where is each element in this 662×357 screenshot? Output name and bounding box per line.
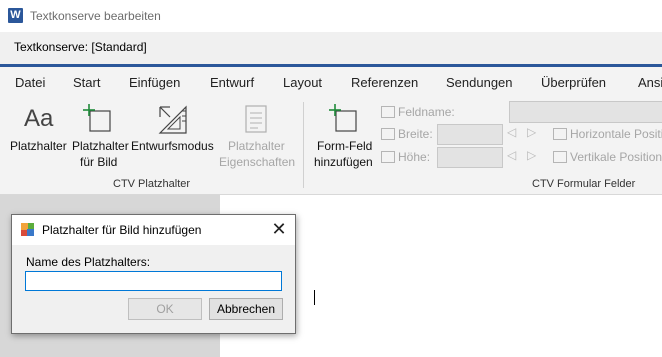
- document-name: Textkonserve: [Standard]: [14, 40, 147, 54]
- feldname-label: Feldname:: [398, 105, 455, 119]
- text-cursor: [314, 290, 315, 305]
- window-title: Textkonserve bearbeiten: [30, 9, 161, 23]
- feldname-input[interactable]: [509, 101, 662, 123]
- properties-icon: [245, 105, 267, 133]
- breite-input[interactable]: [437, 124, 503, 145]
- cancel-button[interactable]: Abbrechen: [209, 298, 283, 320]
- arrow-left-icon[interactable]: ◁: [507, 125, 516, 139]
- horizontale-position-label: Horizontale Positi: [570, 127, 662, 141]
- placeholder-name-input[interactable]: [25, 271, 282, 291]
- tab-ueberpruefen[interactable]: Überprüfen: [541, 75, 606, 90]
- close-icon[interactable]: ✕: [267, 218, 291, 240]
- vertikale-position-label: Vertikale Position: [570, 150, 662, 164]
- horizontal-position-icon: [553, 128, 567, 140]
- form-feld-hinzufuegen-button[interactable]: Form-Feld hinzufügen: [310, 100, 378, 172]
- add-image-placeholder-icon: [83, 104, 111, 132]
- ok-button[interactable]: OK: [128, 298, 202, 320]
- tab-entwurf[interactable]: Entwurf: [210, 75, 254, 90]
- group-label-ctv-platzhalter: CTV Platzhalter: [113, 178, 191, 190]
- breite-label: Breite:: [398, 127, 433, 141]
- platzhalter-fuer-bild-line2: für Bild: [80, 155, 118, 169]
- platzhalter-eigenschaften-button[interactable]: Platzhalter Eigenschaften: [218, 100, 296, 172]
- tab-start[interactable]: Start: [73, 75, 100, 90]
- vertical-position-icon: [553, 151, 567, 163]
- design-mode-icon: [158, 105, 187, 134]
- ribbon-group-separator: [303, 102, 304, 188]
- platzhalter-fuer-bild-button[interactable]: Platzhalter für Bild: [70, 100, 129, 172]
- hoehe-label: Höhe:: [398, 150, 431, 164]
- platzhalter-eigenschaften-line1: Platzhalter: [228, 139, 285, 153]
- placeholder-name-label: Name des Platzhalters:: [26, 255, 151, 269]
- feldname-icon: [381, 106, 395, 118]
- platzhalter-button[interactable]: Aa Platzhalter: [8, 100, 70, 172]
- add-image-placeholder-dialog: Platzhalter für Bild hinzufügen ✕ Name d…: [11, 214, 296, 334]
- add-form-field-icon: [329, 104, 357, 132]
- dialog-title: Platzhalter für Bild hinzufügen: [42, 223, 202, 237]
- width-icon: [381, 128, 395, 140]
- tab-datei[interactable]: Datei: [15, 75, 45, 90]
- tab-einfuegen[interactable]: Einfügen: [129, 75, 180, 90]
- tab-sendungen[interactable]: Sendungen: [446, 75, 513, 90]
- platzhalter-label: Platzhalter: [10, 139, 67, 153]
- arrow-right-icon[interactable]: ▷: [527, 125, 536, 139]
- dialog-app-icon: [21, 223, 34, 236]
- arrow-left-icon[interactable]: ◁: [507, 148, 516, 162]
- group-label-ctv-formular-felder: CTV Formular Felder: [532, 178, 636, 190]
- word-app-icon: W: [8, 8, 23, 23]
- arrow-right-icon[interactable]: ▷: [527, 148, 536, 162]
- height-icon: [381, 151, 395, 163]
- platzhalter-eigenschaften-line2: Eigenschaften: [219, 155, 296, 169]
- tab-ansicht[interactable]: Ansi: [638, 75, 662, 90]
- entwurfsmodus-label: Entwurfsmodus: [131, 139, 214, 153]
- entwurfsmodus-button[interactable]: Entwurfsmodus: [130, 100, 216, 172]
- tab-referenzen[interactable]: Referenzen: [351, 75, 418, 90]
- hoehe-input[interactable]: [437, 147, 503, 168]
- tab-layout[interactable]: Layout: [283, 75, 322, 90]
- platzhalter-fuer-bild-line1: Platzhalter: [72, 139, 129, 153]
- form-feld-line2: hinzufügen: [314, 155, 373, 169]
- text-placeholder-icon: Aa: [24, 105, 54, 132]
- form-feld-line1: Form-Feld: [317, 139, 373, 153]
